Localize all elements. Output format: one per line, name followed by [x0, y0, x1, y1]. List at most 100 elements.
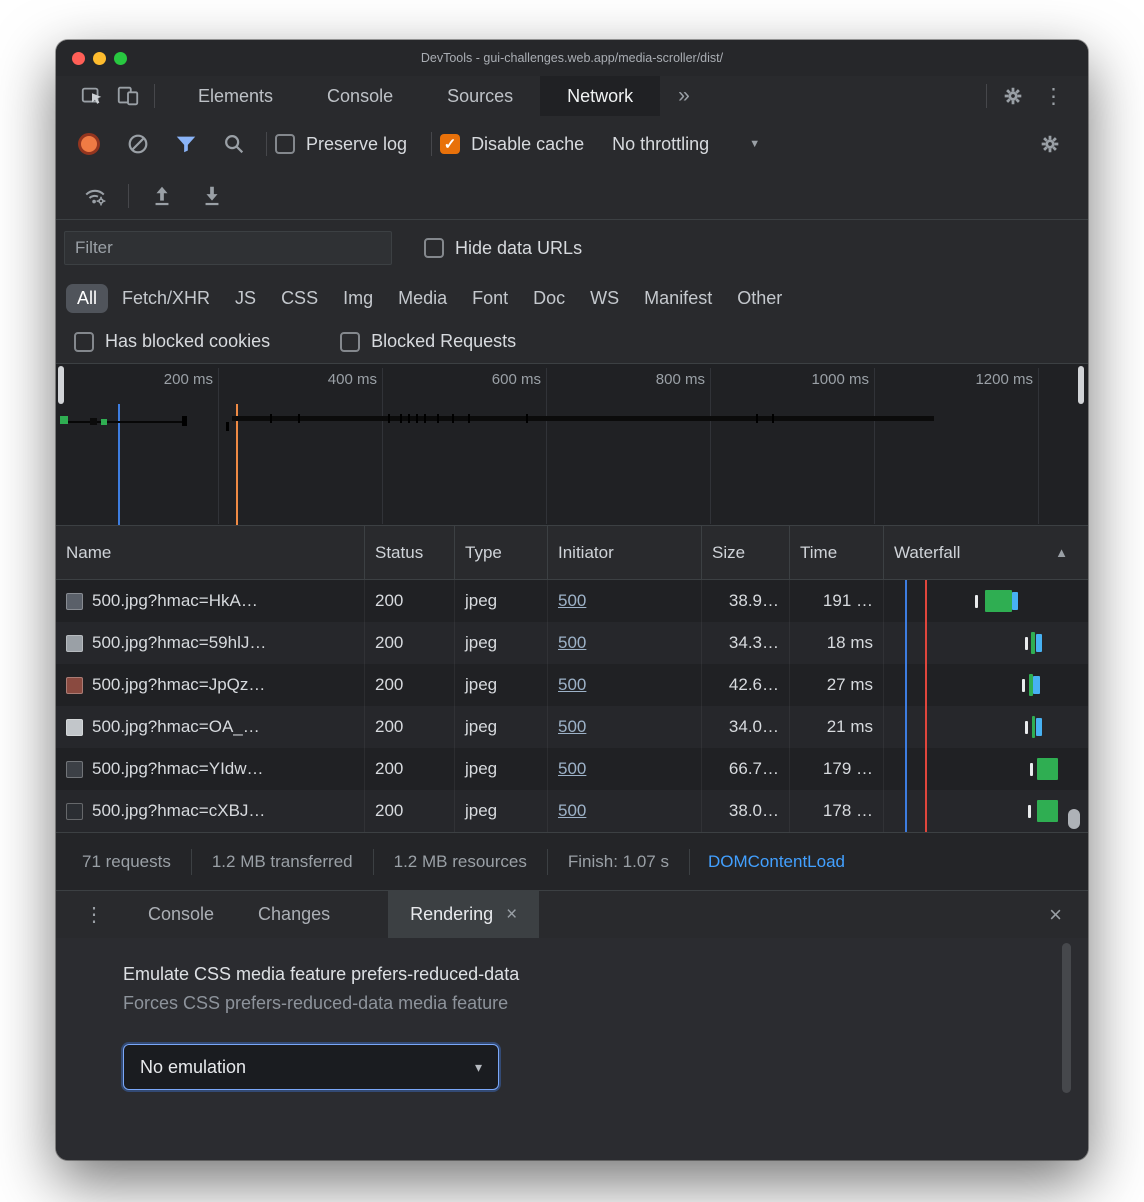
request-name-cell: 500.jpg?hmac=OA_…: [56, 706, 365, 748]
drawer-tab-console[interactable]: Console: [126, 891, 236, 938]
initiator-link[interactable]: 500: [558, 801, 586, 821]
blocked-requests-checkbox[interactable]: [340, 332, 360, 352]
waterfall-bar: [1031, 632, 1035, 654]
request-name-cell: 500.jpg?hmac=YIdw…: [56, 748, 365, 790]
table-row[interactable]: 500.jpg?hmac=JpQz…200jpeg50042.6…27 ms: [56, 664, 1088, 706]
network-conditions-icon[interactable]: [77, 181, 113, 211]
request-size: 38.9…: [702, 580, 790, 622]
waterfall-bar: [1037, 758, 1058, 780]
initiator-link[interactable]: 500: [558, 591, 586, 611]
tab-console[interactable]: Console: [300, 76, 420, 116]
filter-row: Hide data URLs: [56, 220, 1088, 276]
settings-gear-icon[interactable]: [995, 81, 1031, 111]
filter-chip-ws[interactable]: WS: [579, 284, 630, 313]
filter-chip-css[interactable]: CSS: [270, 284, 329, 313]
close-drawer-icon[interactable]: ×: [1023, 902, 1088, 928]
drawer-scrollbar-thumb[interactable]: [1062, 943, 1071, 1093]
filter-chip-all[interactable]: All: [66, 284, 108, 313]
main-tabbar: Elements Console Sources Network » ⋮: [56, 76, 1088, 116]
minimize-window-button[interactable]: [93, 52, 106, 65]
disable-cache-checkbox[interactable]: [440, 134, 460, 154]
drawer-menu-icon[interactable]: ⋮: [56, 902, 126, 927]
timeline-overview[interactable]: 200 ms400 ms600 ms800 ms1000 ms1200 ms: [56, 364, 1088, 526]
drawer-content: Emulate CSS media feature prefers-reduce…: [56, 938, 1088, 1160]
close-rendering-tab-icon[interactable]: ×: [506, 904, 517, 926]
request-status: 200: [365, 748, 455, 790]
blocked-filters-row: Has blocked cookies Blocked Requests: [56, 320, 1088, 364]
request-status: 200: [365, 706, 455, 748]
filter-chip-media[interactable]: Media: [387, 284, 458, 313]
search-icon[interactable]: [216, 129, 252, 159]
overview-tick: [408, 414, 410, 423]
table-row[interactable]: 500.jpg?hmac=HkA…200jpeg50038.9…191 …: [56, 580, 1088, 622]
inspect-icon[interactable]: [74, 81, 110, 111]
request-time: 191 …: [790, 580, 884, 622]
tab-network[interactable]: Network: [540, 76, 660, 116]
tab-sources[interactable]: Sources: [420, 76, 540, 116]
table-row[interactable]: 500.jpg?hmac=YIdw…200jpeg50066.7…179 …: [56, 748, 1088, 790]
filter-chip-img[interactable]: Img: [332, 284, 384, 313]
filter-chip-font[interactable]: Font: [461, 284, 519, 313]
throttling-select[interactable]: No throttling ▼: [612, 134, 760, 155]
overview-mark: [226, 422, 229, 431]
waterfall-bar: [1025, 721, 1028, 734]
waterfall-bar: [1012, 592, 1018, 610]
overview-tick: [452, 414, 454, 423]
filter-chip-other[interactable]: Other: [726, 284, 793, 313]
sort-arrow-icon: ▲: [1055, 545, 1068, 560]
export-har-button[interactable]: [194, 181, 230, 211]
overview-tick: [437, 414, 439, 423]
filter-input[interactable]: [64, 231, 392, 265]
hide-data-urls-checkbox[interactable]: [424, 238, 444, 258]
filter-chip-manifest[interactable]: Manifest: [633, 284, 723, 313]
zoom-window-button[interactable]: [114, 52, 127, 65]
table-scrollbar-thumb[interactable]: [1068, 809, 1080, 829]
record-button[interactable]: [78, 133, 100, 155]
column-header-time[interactable]: Time: [790, 526, 884, 579]
initiator-link[interactable]: 500: [558, 633, 586, 653]
request-thumbnail-icon: [66, 593, 83, 610]
preserve-log-checkbox[interactable]: [275, 134, 295, 154]
overview-left-handle[interactable]: [58, 366, 64, 404]
column-header-size[interactable]: Size: [702, 526, 790, 579]
device-toolbar-icon[interactable]: [110, 81, 146, 111]
tab-elements[interactable]: Elements: [171, 76, 300, 116]
table-row[interactable]: 500.jpg?hmac=OA_…200jpeg50034.0…21 ms: [56, 706, 1088, 748]
request-name: 500.jpg?hmac=JpQz…: [92, 675, 265, 695]
drawer-tab-changes[interactable]: Changes: [236, 891, 352, 938]
request-type: jpeg: [455, 664, 548, 706]
overview-tick: [756, 414, 758, 423]
overview-right-handle[interactable]: [1078, 366, 1084, 404]
filter-chip-fetch-xhr[interactable]: Fetch/XHR: [111, 284, 221, 313]
initiator-link[interactable]: 500: [558, 675, 586, 695]
table-row[interactable]: 500.jpg?hmac=cXBJ…200jpeg50038.0…178 …: [56, 790, 1088, 832]
column-header-status[interactable]: Status: [365, 526, 455, 579]
column-header-label: Waterfall: [894, 543, 960, 563]
timeline-gridline: [382, 368, 383, 524]
network-settings-gear-icon[interactable]: [1032, 129, 1068, 159]
close-window-button[interactable]: [72, 52, 85, 65]
initiator-link[interactable]: 500: [558, 717, 586, 737]
filter-chip-doc[interactable]: Doc: [522, 284, 576, 313]
column-header-waterfall[interactable]: Waterfall ▲: [884, 526, 1088, 579]
column-header-type[interactable]: Type: [455, 526, 548, 579]
filter-chip-js[interactable]: JS: [224, 284, 267, 313]
customize-menu-icon[interactable]: ⋮: [1031, 84, 1076, 109]
drawer-tab-rendering[interactable]: Rendering ×: [388, 891, 539, 938]
initiator-link[interactable]: 500: [558, 759, 586, 779]
column-header-name[interactable]: Name: [56, 526, 365, 579]
column-header-initiator[interactable]: Initiator: [548, 526, 702, 579]
request-thumbnail-icon: [66, 677, 83, 694]
divider: [986, 84, 987, 108]
timeline-gridline: [874, 368, 875, 524]
more-tabs-icon[interactable]: »: [660, 84, 708, 108]
clear-button[interactable]: [120, 129, 156, 159]
filter-toggle-icon[interactable]: [168, 129, 204, 159]
requests-table-header: NameStatusTypeInitiatorSizeTimeWaterfall…: [56, 526, 1088, 580]
table-row[interactable]: 500.jpg?hmac=59hlJ…200jpeg50034.3…18 ms: [56, 622, 1088, 664]
import-har-button[interactable]: [144, 181, 180, 211]
waterfall-bar: [1025, 637, 1028, 650]
emulation-select[interactable]: No emulation ▾: [123, 1044, 499, 1090]
has-blocked-cookies-checkbox[interactable]: [74, 332, 94, 352]
summary-bar: 71 requests 1.2 MB transferred 1.2 MB re…: [56, 832, 1088, 890]
